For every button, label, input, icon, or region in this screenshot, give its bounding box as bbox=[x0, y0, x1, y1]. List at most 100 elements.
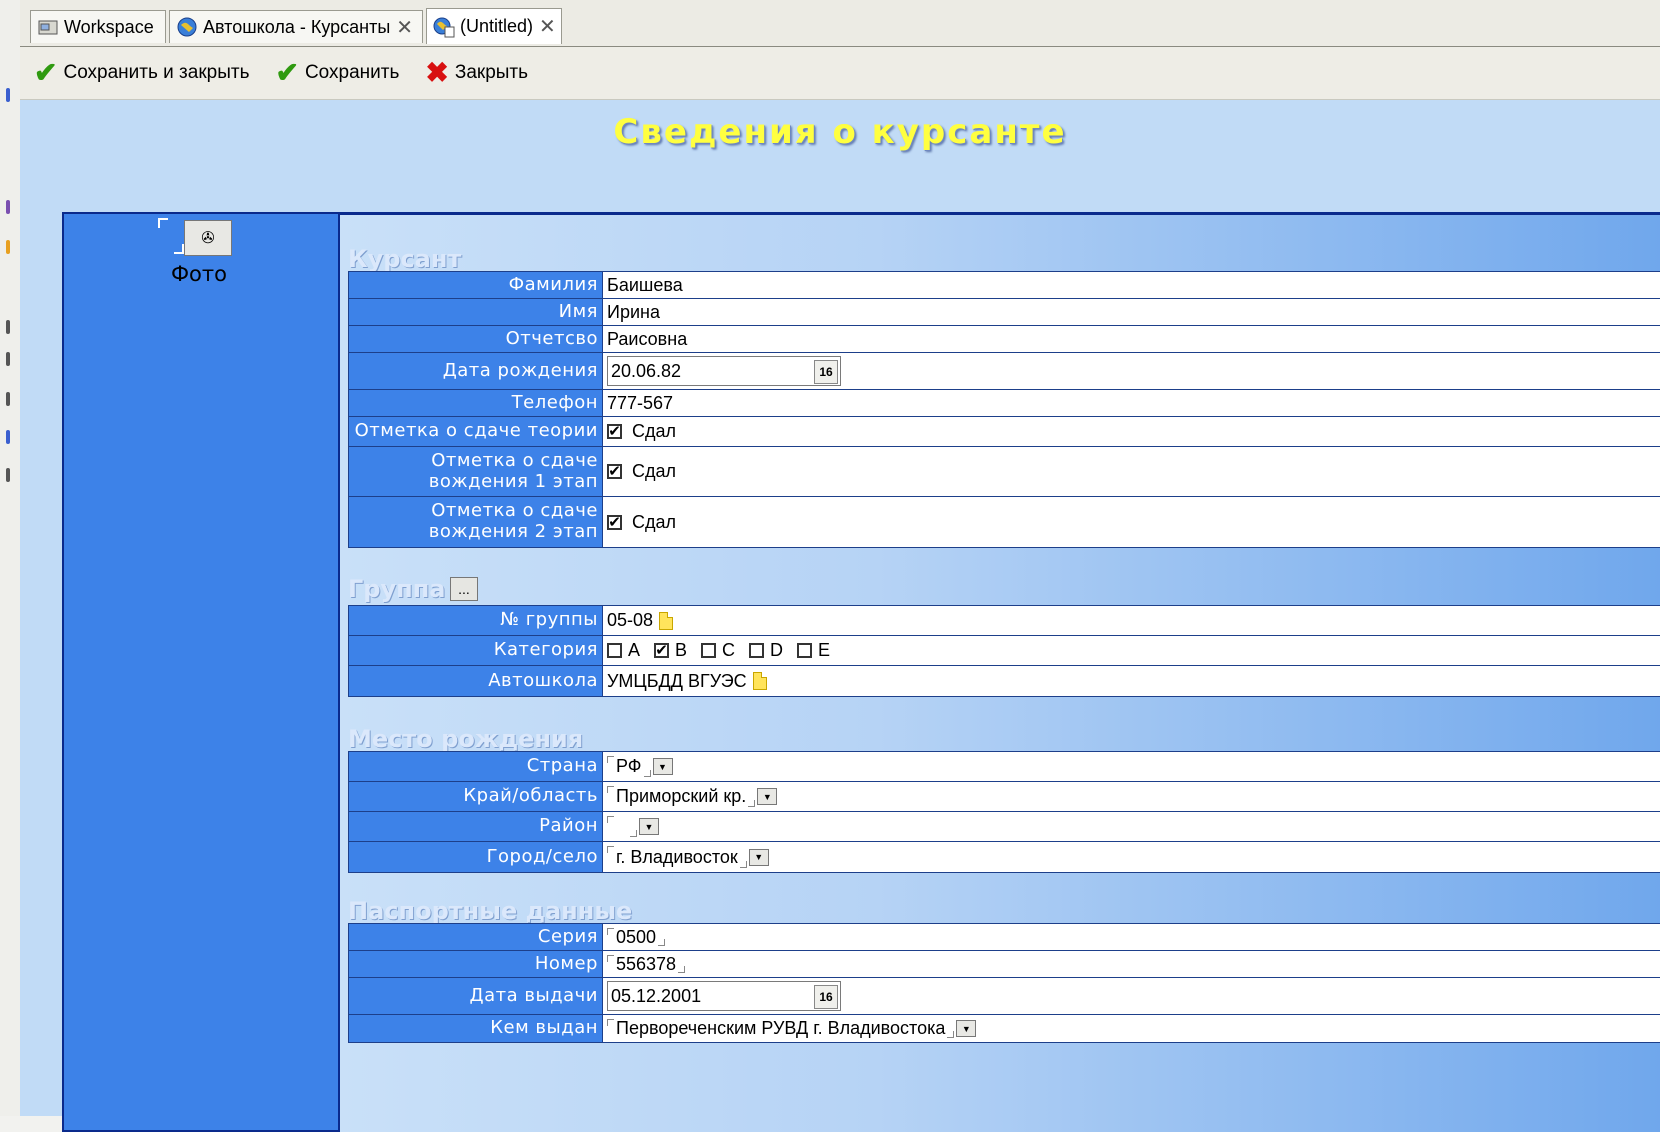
tab-cadets[interactable]: Автошкола - Курсанты ✕ bbox=[169, 10, 423, 43]
region-dropdown[interactable]: Приморский кр. ▼ bbox=[603, 782, 1660, 811]
left-edge-strip bbox=[0, 0, 21, 1116]
driving-2-checkbox[interactable]: ✔ bbox=[607, 514, 622, 530]
checkbox-label: C bbox=[722, 640, 736, 660]
category-a-checkbox[interactable] bbox=[607, 643, 622, 658]
photo-button[interactable]: ✇ bbox=[184, 220, 232, 256]
section-title-passport: Паспортные данные bbox=[348, 897, 633, 925]
details-panel: Курсант Фамилия Баишева Имя Ирина Отчетс… bbox=[340, 212, 1660, 1132]
field-label: Номер bbox=[349, 951, 603, 977]
driving-1-checkbox[interactable]: ✔ bbox=[607, 464, 622, 479]
row-phone: Телефон 777-567 bbox=[349, 390, 1660, 417]
calendar-icon[interactable]: 16 bbox=[814, 985, 838, 1009]
checkbox-label: B bbox=[675, 640, 688, 660]
cross-icon: ✖ bbox=[425, 57, 449, 88]
select-group-button[interactable]: ... bbox=[450, 577, 478, 601]
issue-date-cell: 05.12.2001 16 bbox=[603, 978, 1660, 1014]
category-c-checkbox[interactable] bbox=[701, 643, 717, 658]
city-dropdown[interactable]: г. Владивосток ▼ bbox=[603, 842, 1660, 872]
field-value: 0500 bbox=[616, 926, 657, 947]
cadet-grid: Фамилия Баишева Имя Ирина Отчетсво Раисо… bbox=[348, 271, 1660, 548]
label-line: Отметка о сдаче bbox=[431, 500, 598, 522]
save-button[interactable]: ✔ Сохранить bbox=[275, 59, 399, 87]
chevron-down-icon[interactable]: ▼ bbox=[748, 848, 769, 866]
tab-untitled[interactable]: (Untitled) ✕ bbox=[426, 8, 562, 44]
label-line: вождения 1 этап bbox=[428, 470, 598, 492]
chevron-down-icon[interactable]: ▼ bbox=[652, 758, 673, 775]
field-label: Кем выдан bbox=[349, 1015, 603, 1042]
section-title-cadet: Курсант bbox=[348, 245, 462, 273]
category-c[interactable]: C bbox=[701, 640, 735, 661]
globe-icon bbox=[176, 16, 198, 38]
first-name-field[interactable]: Ирина bbox=[603, 299, 1660, 325]
school-field[interactable]: УМЦБДД ВГУЭС bbox=[607, 671, 747, 692]
note-icon[interactable] bbox=[752, 672, 767, 690]
phone-field[interactable]: 777-567 bbox=[603, 390, 1660, 416]
row-group-number: № группы 05-08 bbox=[349, 606, 1660, 636]
close-button[interactable]: ✖ Закрыть bbox=[425, 59, 528, 87]
category-b-checkbox[interactable]: ✔ bbox=[654, 643, 670, 658]
patronymic-field[interactable]: Раисовна bbox=[603, 326, 1660, 352]
birth-date-value: 20.06.82 bbox=[611, 360, 682, 381]
note-icon[interactable] bbox=[659, 611, 674, 630]
tab-label: (Untitled) bbox=[460, 16, 534, 36]
category-e-checkbox[interactable] bbox=[797, 643, 813, 658]
close-icon[interactable]: ✕ bbox=[539, 14, 556, 39]
photo-icon: ✇ bbox=[201, 230, 215, 247]
checkbox-label: Сдал bbox=[632, 421, 677, 441]
field-label: № группы bbox=[349, 606, 603, 635]
row-birth-date: Дата рождения 20.06.82 16 bbox=[349, 353, 1660, 390]
checkbox-label: A bbox=[628, 640, 641, 660]
category-a[interactable]: A bbox=[607, 640, 640, 661]
passport-grid: Серия 0500 Номер 556378 Дата выдачи 05.1… bbox=[348, 923, 1660, 1043]
tab-workspace[interactable]: Workspace bbox=[30, 10, 166, 43]
checkbox-label: E bbox=[818, 640, 831, 660]
category-b[interactable]: ✔ B bbox=[654, 640, 687, 661]
group-number-field[interactable]: 05-08 bbox=[607, 610, 653, 631]
section-title-birthplace: Место рождения bbox=[348, 725, 584, 753]
field-label: Дата рождения bbox=[349, 353, 603, 389]
driving-1-cell: ✔ Сдал bbox=[603, 447, 1660, 496]
row-patronymic: Отчетсво Раисовна bbox=[349, 326, 1660, 353]
issued-by-dropdown[interactable]: Первореченским РУВД г. Владивостока ▼ bbox=[603, 1015, 1660, 1042]
row-last-name: Фамилия Баишева bbox=[349, 272, 1660, 299]
birthplace-grid: Страна РФ ▼ Край/область Приморский кр. … bbox=[348, 751, 1660, 873]
district-dropdown[interactable]: ▼ bbox=[603, 812, 1660, 841]
field-label: Край/область bbox=[349, 782, 603, 811]
chevron-down-icon[interactable]: ▼ bbox=[757, 788, 778, 805]
row-theory: Отметка о сдаче теории ✔ Сдал bbox=[349, 417, 1660, 447]
issue-date-field[interactable]: 05.12.2001 16 bbox=[607, 981, 841, 1011]
label-line: вождения 2 этап bbox=[428, 521, 598, 542]
form-area: Сведения о курсанте ✇ Фото Курсант Фамил… bbox=[20, 100, 1660, 1132]
field-label: Телефон bbox=[349, 390, 603, 416]
row-country: Страна РФ ▼ bbox=[349, 752, 1660, 782]
category-d-checkbox[interactable] bbox=[749, 643, 765, 658]
tab-bar: Workspace Автошкола - Курсанты ✕ (Untitl… bbox=[20, 0, 1660, 47]
field-label: Отметка о сдаче теории bbox=[349, 417, 603, 446]
issue-date-value: 05.12.2001 bbox=[611, 985, 702, 1006]
label-line: Отметка о сдаче bbox=[431, 449, 598, 471]
chevron-down-icon[interactable]: ▼ bbox=[639, 818, 659, 835]
passport-number-field[interactable]: 556378 bbox=[603, 951, 1660, 977]
birth-date-cell: 20.06.82 16 bbox=[603, 353, 1660, 389]
field-label: Автошкола bbox=[349, 666, 603, 696]
checkbox-label: D bbox=[770, 640, 784, 660]
series-field[interactable]: 0500 bbox=[603, 924, 1660, 950]
calendar-icon[interactable]: 16 bbox=[814, 360, 838, 384]
dropdown-value: Приморский кр. bbox=[616, 786, 747, 806]
close-icon[interactable]: ✕ bbox=[396, 15, 413, 40]
birth-date-field[interactable]: 20.06.82 16 bbox=[607, 356, 841, 386]
chevron-down-icon[interactable]: ▼ bbox=[956, 1020, 977, 1037]
theory-checkbox[interactable]: ✔ bbox=[607, 424, 622, 439]
country-dropdown[interactable]: РФ ▼ bbox=[603, 752, 1660, 781]
category-e[interactable]: E bbox=[797, 640, 830, 661]
button-label: Закрыть bbox=[454, 62, 529, 83]
row-issue-date: Дата выдачи 05.12.2001 16 bbox=[349, 978, 1660, 1015]
category-d[interactable]: D bbox=[749, 640, 783, 661]
field-label: Категория bbox=[349, 636, 603, 665]
save-and-close-button[interactable]: ✔ Сохранить и закрыть bbox=[34, 59, 249, 87]
row-first-name: Имя Ирина bbox=[349, 299, 1660, 326]
row-region: Край/область Приморский кр. ▼ bbox=[349, 782, 1660, 812]
row-district: Район ▼ bbox=[349, 812, 1660, 842]
last-name-field[interactable]: Баишева bbox=[603, 272, 1660, 298]
checkbox-label: Сдал bbox=[632, 511, 677, 532]
